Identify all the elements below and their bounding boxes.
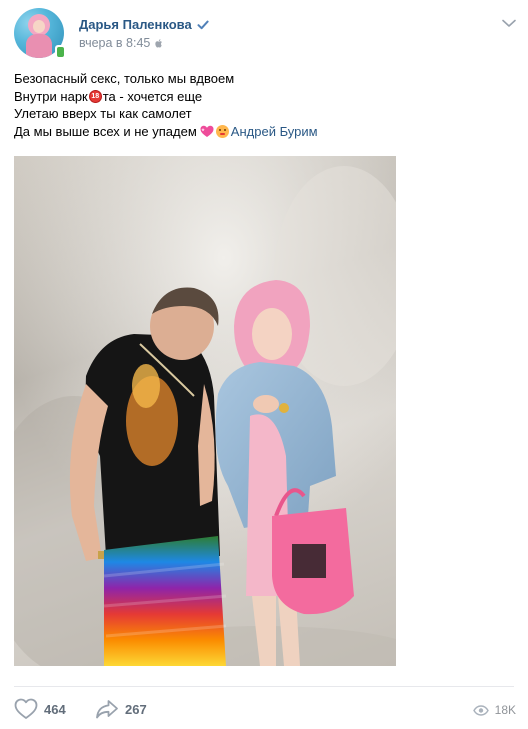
post-line-4: Да мы выше всех и не упадем Андрей Бурим xyxy=(14,123,318,141)
sparkling-heart-icon xyxy=(200,125,214,137)
post-text: Безопасный секс, только мы вдвоем Внутри… xyxy=(14,70,318,140)
post-line-2-end: та - хочется еще xyxy=(102,88,203,104)
share-button[interactable]: 267 xyxy=(95,698,147,720)
emoji-18-icon: 18 xyxy=(88,89,102,103)
post-timestamp[interactable]: вчера в 8:45 xyxy=(79,36,150,50)
post-photo[interactable] xyxy=(14,156,396,666)
photo-illustration xyxy=(14,156,396,666)
share-count: 267 xyxy=(125,701,147,717)
chevron-down-icon[interactable] xyxy=(500,16,518,30)
post-line-2: Внутри нарк 18 та - хочется еще xyxy=(14,88,318,106)
mobile-online-icon xyxy=(55,45,66,58)
mention-link[interactable]: Андрей Бурим xyxy=(231,123,318,141)
post-time: вчера в 8:45 xyxy=(79,36,164,50)
verified-check-icon xyxy=(197,20,209,29)
views-count: 18K xyxy=(494,703,516,717)
apple-icon xyxy=(155,38,163,48)
post-footer: 464 267 18K xyxy=(0,686,528,729)
hot-face-icon xyxy=(215,124,229,138)
like-count: 464 xyxy=(44,701,66,717)
like-button[interactable]: 464 xyxy=(14,698,66,720)
share-arrow-icon xyxy=(96,700,118,719)
eye-icon xyxy=(472,704,489,716)
post-line-4-text: Да мы выше всех и не упадем xyxy=(14,123,197,139)
author-name[interactable]: Дарья Паленкова xyxy=(79,17,192,32)
post-card: Дарья Паленкова вчера в 8:45 Безопасный … xyxy=(0,0,528,729)
post-line-3: Улетаю вверх ты как самолет xyxy=(14,106,192,121)
post-line-1: Безопасный секс, только мы вдвоем xyxy=(14,71,235,86)
views-counter: 18K xyxy=(472,703,516,717)
author-header: Дарья Паленкова xyxy=(79,17,209,32)
footer-divider xyxy=(14,686,514,687)
avatar[interactable] xyxy=(14,8,66,58)
heart-icon xyxy=(14,698,38,719)
post-line-2-start: Внутри нарк xyxy=(14,88,88,104)
